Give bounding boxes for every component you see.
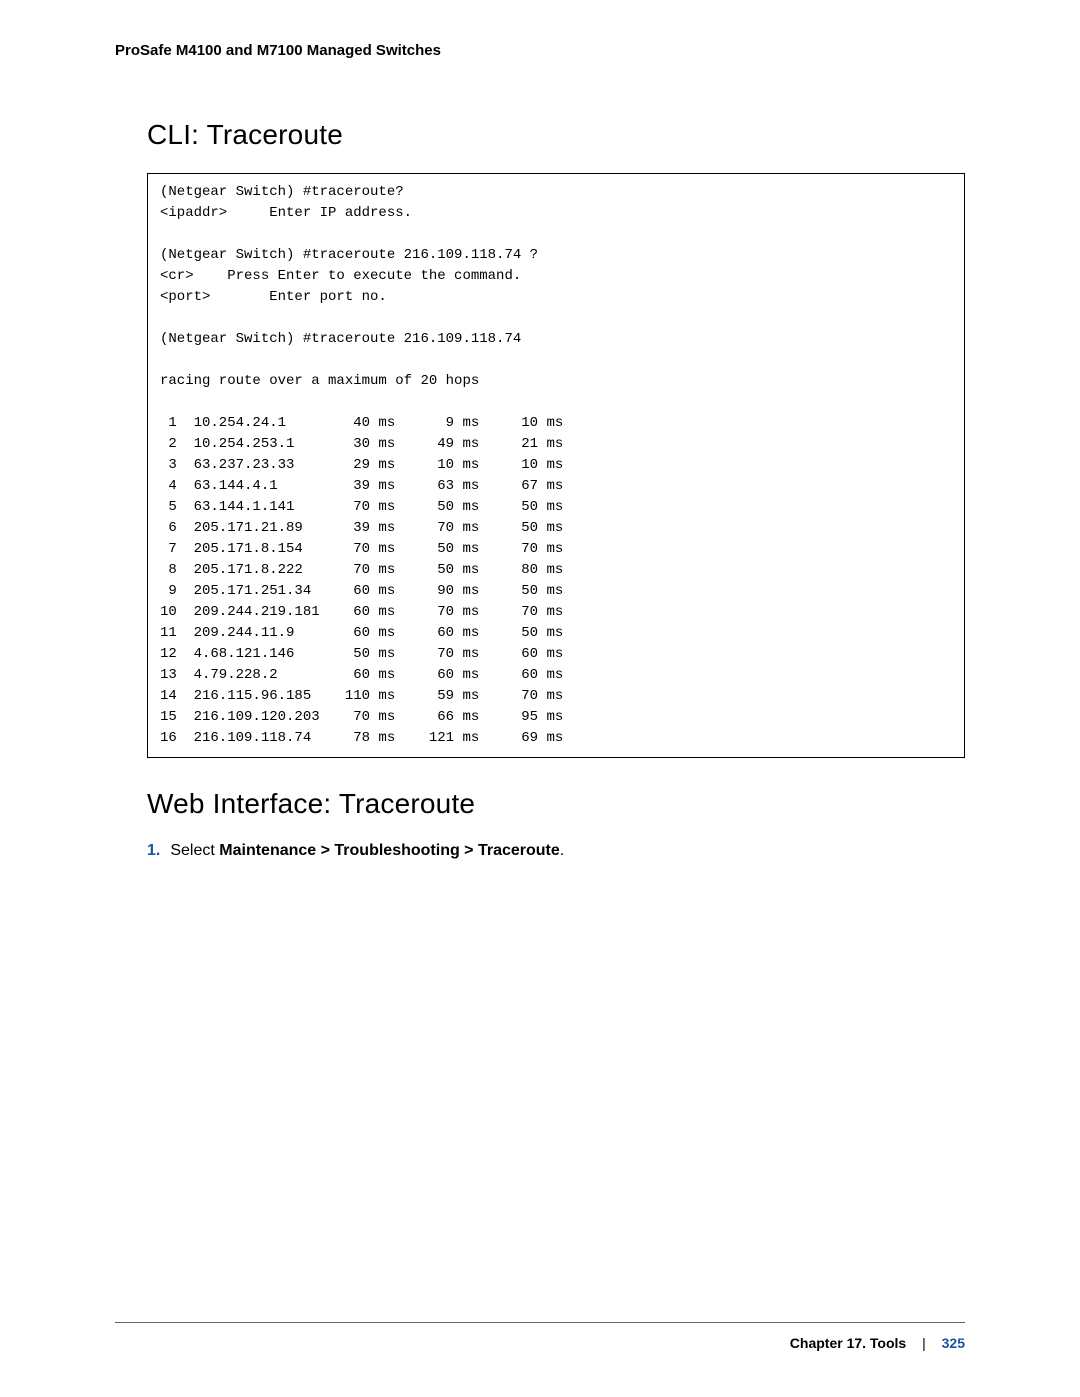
step-1: 1. Select Maintenance > Troubleshooting >… [147, 842, 965, 860]
step-bold-path: Maintenance > Troubleshooting > Tracerou… [219, 842, 560, 859]
heading-web-interface-traceroute: Web Interface: Traceroute [147, 788, 965, 820]
step-prefix: Select [170, 842, 219, 859]
footer-chapter: Chapter 17. Tools [790, 1335, 906, 1351]
heading-cli-traceroute: CLI: Traceroute [147, 119, 965, 151]
step-suffix: . [560, 842, 564, 859]
step-number: 1. [147, 842, 160, 859]
footer-separator: | [922, 1335, 926, 1351]
running-header: ProSafe M4100 and M7100 Managed Switches [115, 42, 965, 59]
footer-page-number: 325 [942, 1335, 965, 1351]
page-footer: Chapter 17. Tools | 325 [115, 1322, 965, 1351]
cli-output-box: (Netgear Switch) #traceroute? <ipaddr> E… [147, 173, 965, 758]
